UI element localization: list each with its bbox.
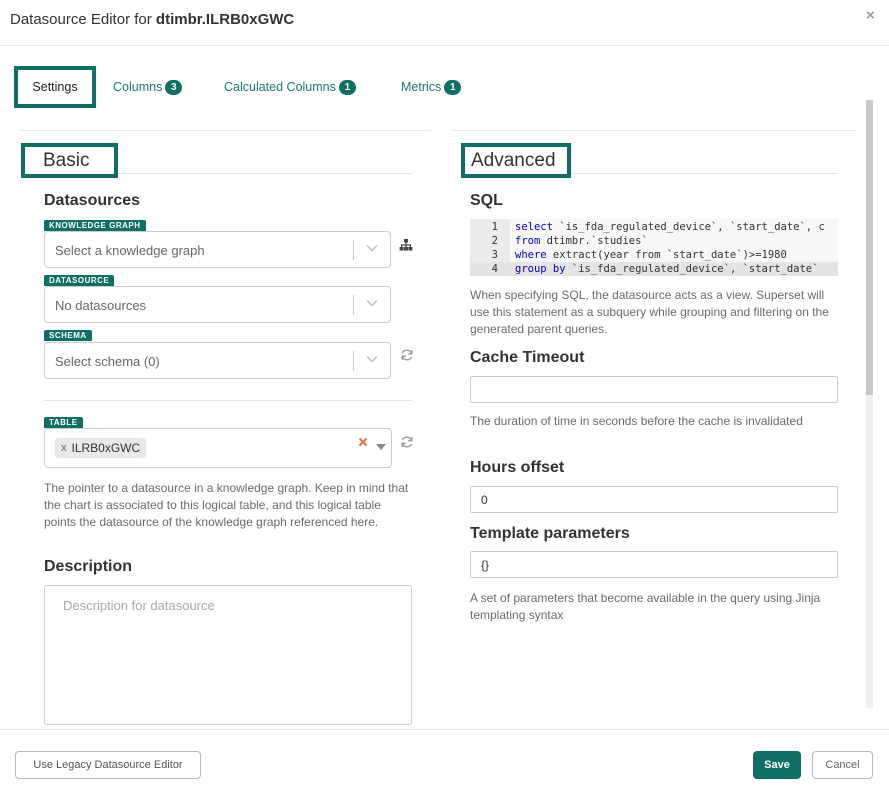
sql-line: 2 from dtimbr.`studies`	[470, 234, 838, 248]
sql-line: 1 select `is_fda_regulated_device`, `sta…	[470, 220, 838, 234]
sitemap-icon[interactable]	[399, 238, 413, 252]
caret-down-icon[interactable]	[376, 444, 386, 450]
tab-columns-count-badge: 3	[165, 79, 183, 95]
select-separator	[353, 240, 354, 260]
tab-calculated-columns-count-badge: 1	[338, 79, 356, 95]
template-parameters-heading: Template parameters	[470, 525, 630, 542]
knowledge-graph-tag: KNOWLEDGE GRAPH	[44, 220, 146, 231]
content-scrollbar[interactable]	[866, 100, 873, 708]
modal-header: Datasource Editor for dtimbr.ILRB0xGWC ×	[0, 0, 889, 46]
sql-line-text: from dtimbr.`studies`	[515, 234, 648, 248]
modal-footer: Use Legacy Datasource Editor Save Cancel	[0, 729, 889, 791]
knowledge-graph-placeholder: Select a knowledge graph	[55, 243, 205, 258]
sql-help-text: When specifying SQL, the datasource acts…	[470, 288, 829, 336]
select-separator	[353, 295, 354, 315]
save-button[interactable]: Save	[753, 751, 801, 779]
description-textarea[interactable]: Description for datasource	[44, 585, 412, 725]
legacy-editor-button[interactable]: Use Legacy Datasource Editor	[15, 751, 201, 779]
knowledge-graph-select[interactable]: Select a knowledge graph	[44, 231, 391, 268]
hours-offset-input[interactable]: 0	[470, 486, 838, 513]
cache-timeout-heading: Cache Timeout	[470, 349, 585, 366]
scrollbar-thumb[interactable]	[866, 100, 873, 395]
cache-timeout-help: The duration of time in seconds before t…	[470, 414, 803, 428]
basic-title-text: Basic	[43, 149, 90, 171]
advanced-section-rule	[571, 173, 838, 174]
left-panel-divider	[20, 130, 431, 131]
advanced-title-text: Advanced	[471, 149, 556, 171]
sql-heading: SQL	[470, 192, 503, 209]
datasource-select[interactable]: No datasources	[44, 286, 391, 323]
sql-keyword: select	[515, 221, 553, 233]
tab-columns[interactable]: Columns 3	[113, 66, 183, 108]
line-number: 3	[491, 249, 498, 261]
tab-settings[interactable]: Settings	[14, 66, 96, 108]
tab-columns-label: Columns	[113, 80, 163, 94]
sql-keyword: group by	[515, 263, 566, 275]
sql-text: `is_fda_regulated_device`, `start_date`	[565, 263, 819, 275]
sql-line-active: 4 group by `is_fda_regulated_device`, `s…	[470, 262, 838, 276]
schema-placeholder: Select schema (0)	[55, 354, 160, 369]
datasource-tag: DATASOURCE	[44, 275, 115, 286]
sql-keyword: where	[515, 249, 547, 261]
sql-line: 3 where extract(year from `start_date`)>…	[470, 248, 838, 262]
chip-remove-icon[interactable]: x	[61, 442, 67, 454]
table-value-chip: x ILRB0xGWC	[55, 438, 147, 458]
tab-metrics[interactable]: Metrics 1	[401, 66, 462, 108]
table-tag: TABLE	[44, 417, 83, 428]
tab-calculated-columns-label: Calculated Columns	[224, 80, 336, 94]
description-placeholder: Description for datasource	[63, 598, 215, 613]
sql-text: extract(year from `start_date`)>=1980	[546, 249, 787, 261]
modal-title: Datasource Editor for dtimbr.ILRB0xGWC	[10, 11, 294, 28]
title-prefix: Datasource Editor for	[10, 11, 156, 28]
template-parameters-help: A set of parameters that become availabl…	[470, 591, 821, 622]
hours-offset-heading: Hours offset	[470, 459, 565, 476]
line-number: 1	[491, 221, 498, 233]
chevron-down-icon[interactable]	[366, 353, 378, 365]
line-number: 2	[491, 235, 498, 247]
schema-tag: SCHEMA	[44, 330, 92, 341]
basic-section-title: Basic	[21, 143, 118, 178]
select-separator	[353, 351, 354, 371]
sql-line-text: group by `is_fda_regulated_device`, `sta…	[515, 262, 818, 276]
chevron-down-icon[interactable]	[366, 297, 378, 309]
tab-calculated-columns[interactable]: Calculated Columns 1	[224, 66, 356, 108]
table-help-text: The pointer to a datasource in a knowled…	[44, 481, 409, 529]
table-value: ILRB0xGWC	[71, 441, 141, 455]
sql-keyword: from	[515, 235, 541, 247]
sql-text: dtimbr.`studies`	[540, 235, 648, 247]
chevron-down-icon[interactable]	[366, 242, 378, 254]
table-select[interactable]: x ILRB0xGWC	[44, 428, 392, 468]
schema-select[interactable]: Select schema (0)	[44, 342, 391, 379]
sql-editor[interactable]: 1 select `is_fda_regulated_device`, `sta…	[470, 219, 838, 276]
title-datasource-name: dtimbr.ILRB0xGWC	[155, 11, 295, 28]
sql-text: `is_fda_regulated_device`, `start_date`,…	[552, 221, 825, 233]
line-number: 4	[491, 263, 498, 275]
datasource-placeholder: No datasources	[55, 298, 147, 313]
description-heading: Description	[44, 558, 133, 575]
basic-section-rule	[118, 173, 412, 174]
cache-timeout-input[interactable]	[470, 376, 838, 403]
template-parameters-input[interactable]: {}	[470, 551, 838, 578]
sql-line-text: where extract(year from `start_date`)>=1…	[515, 248, 787, 262]
table-section-rule	[44, 400, 412, 401]
refresh-icon[interactable]	[400, 435, 414, 449]
tab-metrics-label: Metrics	[401, 80, 442, 94]
close-icon[interactable]: ×	[866, 7, 875, 24]
sql-line-text: select `is_fda_regulated_device`, `start…	[515, 220, 825, 234]
datasources-heading: Datasources	[44, 192, 141, 209]
refresh-icon[interactable]	[400, 348, 414, 362]
advanced-section-title: Advanced	[461, 143, 571, 178]
tab-settings-label: Settings	[32, 80, 78, 94]
cancel-button[interactable]: Cancel	[812, 751, 873, 779]
clear-icon[interactable]	[358, 437, 368, 447]
right-panel-divider	[452, 130, 856, 131]
tab-metrics-count-badge: 1	[444, 79, 462, 95]
